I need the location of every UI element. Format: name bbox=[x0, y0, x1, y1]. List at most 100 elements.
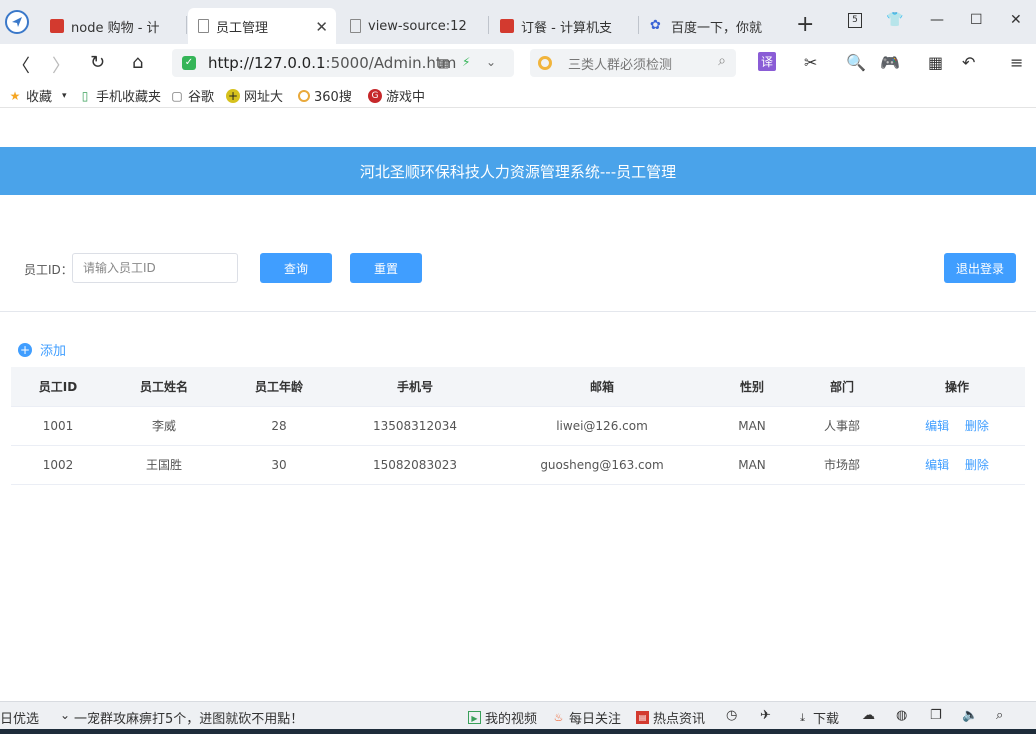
os-taskbar bbox=[0, 729, 1036, 734]
page-icon bbox=[350, 19, 361, 33]
employee-table: 员工ID 员工姓名 员工年龄 手机号 邮箱 性别 部门 操作 1001 李威 2… bbox=[11, 367, 1025, 485]
reload-icon[interactable]: ↻ bbox=[90, 52, 105, 73]
window-close-icon[interactable]: ✕ bbox=[1010, 12, 1022, 28]
menu-icon[interactable]: ≡ bbox=[1010, 53, 1023, 72]
browser-logo-icon[interactable] bbox=[5, 10, 29, 34]
my-videos-button[interactable]: ▶ 我的视频 bbox=[468, 708, 537, 727]
tab-label: view-source:12 bbox=[368, 18, 467, 34]
reset-button[interactable]: 重置 bbox=[350, 253, 422, 283]
plus-circle-icon: + bbox=[226, 88, 240, 103]
gamepad-icon[interactable]: 🎮 bbox=[880, 53, 900, 72]
plus-icon: + bbox=[18, 342, 32, 357]
status-item-label: 下载 bbox=[813, 712, 840, 727]
column-header: 邮箱 bbox=[495, 367, 709, 407]
volume-icon[interactable]: 🔈 bbox=[962, 708, 978, 723]
cell-actions: 编辑 删除 bbox=[889, 406, 1025, 446]
status-item-label: 我的视频 bbox=[485, 712, 538, 727]
bookmark-360[interactable]: 360搜 bbox=[298, 86, 352, 105]
bookmark-google[interactable]: ▢ 谷歌 bbox=[170, 86, 214, 106]
browser-icon[interactable]: ◍ bbox=[896, 708, 907, 723]
news-icon: ▤ bbox=[636, 711, 649, 724]
page-icon: ▢ bbox=[171, 88, 183, 103]
cell-id: 1001 bbox=[11, 406, 105, 446]
query-button[interactable]: 查询 bbox=[260, 253, 332, 283]
grid-icon[interactable]: ▦ bbox=[928, 53, 943, 72]
status-left-text[interactable]: 日优选 bbox=[0, 708, 39, 727]
column-header: 员工ID bbox=[11, 367, 105, 407]
cell-name: 王国胜 bbox=[105, 445, 223, 485]
delete-button[interactable]: 删除 bbox=[965, 458, 989, 472]
search-box[interactable]: 三类人群必须检测 ⌕ bbox=[530, 49, 736, 77]
column-header: 员工年龄 bbox=[223, 367, 335, 407]
cloud-icon[interactable]: ☁ bbox=[862, 708, 875, 723]
status-item-label: 每日关注 bbox=[569, 712, 622, 727]
undo-icon[interactable]: ↶ bbox=[962, 53, 975, 72]
url-path: :5000/Admin.htm bbox=[325, 54, 457, 72]
table-row: 1001 李威 28 13508312034 liwei@126.com MAN… bbox=[11, 406, 1025, 446]
forward-icon[interactable]: 〉 bbox=[52, 52, 70, 78]
tab-label: 员工管理 bbox=[216, 20, 269, 36]
employee-id-label: 员工ID： bbox=[24, 263, 73, 277]
tab-employee-admin[interactable]: 员工管理 ✕ bbox=[188, 8, 336, 44]
search-placeholder: 三类人群必须检测 bbox=[568, 57, 673, 73]
chevron-down-icon[interactable]: ⌄ bbox=[486, 55, 496, 69]
new-tab-icon[interactable]: + bbox=[796, 12, 814, 37]
page-banner: 河北圣顺环保科技人力资源管理系统---员工管理 bbox=[0, 147, 1036, 195]
downloads-button[interactable]: ⤓ 下载 bbox=[796, 708, 839, 727]
cell-phone: 13508312034 bbox=[335, 406, 495, 446]
bookmark-mobile[interactable]: ▯ 手机收藏夹 bbox=[78, 86, 161, 106]
bookmark-hao123[interactable]: + 网址大 bbox=[226, 86, 283, 105]
bookmark-label: 360搜 bbox=[314, 90, 352, 105]
home-icon[interactable]: ⌂ bbox=[132, 52, 143, 73]
tab-count-badge[interactable]: 5 bbox=[848, 13, 862, 28]
lightning-icon[interactable]: ⚡ bbox=[462, 55, 470, 69]
tab-view-source[interactable]: view-source:12 bbox=[340, 8, 488, 44]
cell-email: guosheng@163.com bbox=[495, 445, 709, 485]
bookmarks-bar: ★ 收藏 ▾ ▯ 手机收藏夹 ▢ 谷歌 + 网址大 360搜 G 游戏中 bbox=[0, 82, 1036, 108]
speed-icon[interactable]: ◷ bbox=[726, 708, 737, 723]
magnifier-icon[interactable]: 🔍 bbox=[846, 53, 866, 72]
qr-code-icon[interactable]: ▦ bbox=[438, 56, 449, 70]
bookmark-label: 网址大 bbox=[244, 90, 284, 105]
chevron-down-icon[interactable]: ⌄ bbox=[60, 708, 70, 722]
cell-name: 李威 bbox=[105, 406, 223, 446]
bookmark-label: 游戏中 bbox=[386, 90, 426, 105]
scissors-icon[interactable]: ✂ bbox=[804, 53, 817, 72]
column-header: 性别 bbox=[709, 367, 795, 407]
edit-button[interactable]: 编辑 bbox=[925, 419, 949, 433]
zoom-icon[interactable]: ⌕ bbox=[996, 708, 1003, 723]
search-icon[interactable]: ⌕ bbox=[718, 53, 726, 69]
tab-node-shop[interactable]: node 购物 - 计 bbox=[40, 8, 186, 44]
url-bar[interactable]: ✓ http://127.0.0.1:5000/Admin.htm ▦ ⚡ ⌄ bbox=[172, 49, 514, 77]
minimize-icon[interactable]: — bbox=[930, 12, 944, 28]
hot-news-button[interactable]: ▤ 热点资讯 bbox=[636, 708, 705, 727]
plugin-icon[interactable]: ✈ bbox=[760, 708, 771, 723]
translate-icon[interactable]: 译 bbox=[758, 52, 777, 71]
bookmark-games[interactable]: G 游戏中 bbox=[368, 86, 425, 105]
close-icon[interactable]: ✕ bbox=[315, 18, 328, 36]
tab-baidu[interactable]: ✿ 百度一下，你就 bbox=[640, 8, 788, 44]
window-icon[interactable]: ❐ bbox=[930, 708, 942, 723]
chevron-down-icon: ▾ bbox=[62, 90, 67, 101]
back-icon[interactable]: 〈 bbox=[12, 52, 30, 78]
fire-icon: ♨ bbox=[553, 711, 564, 724]
game-icon: G bbox=[368, 88, 382, 103]
cell-dept: 人事部 bbox=[795, 406, 889, 446]
daily-follow-button[interactable]: ♨ 每日关注 bbox=[552, 708, 621, 727]
bookmark-favorites[interactable]: ★ 收藏 ▾ bbox=[8, 86, 67, 106]
tab-separator bbox=[186, 16, 187, 34]
delete-button[interactable]: 删除 bbox=[965, 419, 989, 433]
logout-button[interactable]: 退出登录 bbox=[944, 253, 1016, 283]
skin-shirt-icon[interactable]: 👕 bbox=[886, 12, 903, 28]
news-ticker[interactable]: 一宠群攻麻痹打5个，进图就砍不用點！ bbox=[74, 708, 303, 727]
url-host: http://127.0.0.1 bbox=[208, 54, 326, 72]
maximize-icon[interactable]: ☐ bbox=[970, 12, 983, 28]
add-label: 添加 bbox=[40, 344, 67, 359]
cell-age: 30 bbox=[223, 445, 335, 485]
tab-order-food[interactable]: 订餐 - 计算机支 bbox=[490, 8, 638, 44]
employee-id-input[interactable] bbox=[72, 253, 238, 283]
edit-button[interactable]: 编辑 bbox=[925, 458, 949, 472]
page-icon bbox=[198, 19, 209, 33]
tab-label: node 购物 - 计 bbox=[71, 20, 160, 36]
add-employee-button[interactable]: + 添加 bbox=[18, 340, 66, 359]
